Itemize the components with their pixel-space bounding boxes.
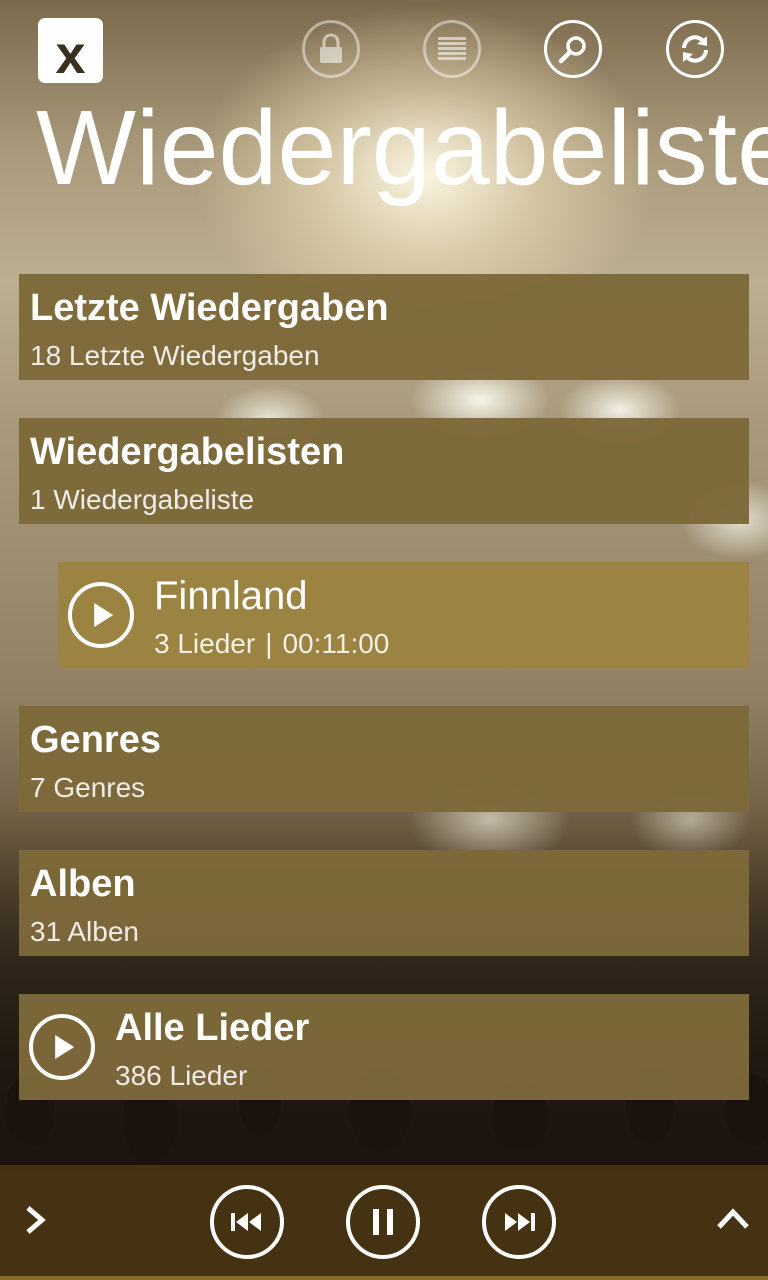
pause-button[interactable] bbox=[346, 1185, 420, 1259]
top-toolbar bbox=[300, 20, 732, 84]
tile-title: Genres bbox=[30, 719, 161, 761]
tile-title: Alle Lieder bbox=[115, 1007, 310, 1049]
tile-subtitle: 31 Alben bbox=[30, 916, 139, 947]
chevron-right-icon[interactable] bbox=[22, 1205, 50, 1239]
next-button[interactable] bbox=[482, 1185, 556, 1259]
refresh-button[interactable] bbox=[666, 20, 724, 78]
play-button[interactable] bbox=[29, 1014, 95, 1080]
playlist-info: 3 Lieder | 00:11:00 bbox=[154, 628, 389, 660]
tile-recent-plays[interactable]: Letzte Wiedergaben 18 Letzte Wiedergaben bbox=[19, 274, 749, 380]
tile-subtitle: 1 Wiedergabeliste bbox=[30, 484, 255, 515]
tile-title: Wiedergabelisten bbox=[30, 431, 345, 473]
lock-button[interactable] bbox=[302, 20, 360, 78]
separator: | bbox=[265, 628, 273, 659]
tile-subtitle: 7 Genres bbox=[30, 772, 146, 803]
tile-albums[interactable]: Alben 31 Alben bbox=[19, 850, 749, 956]
tile-genres[interactable]: Genres 7 Genres bbox=[19, 706, 749, 812]
playlist-duration: 00:11:00 bbox=[282, 628, 390, 659]
tile-playlists[interactable]: Wiedergabelisten 1 Wiedergabeliste bbox=[19, 418, 749, 524]
page-title: Wiedergabelisten bbox=[36, 89, 768, 207]
tile-title: Alben bbox=[30, 863, 136, 905]
playlist-name: Finnland bbox=[154, 574, 308, 618]
search-button[interactable] bbox=[544, 20, 602, 78]
app-logo[interactable]: x bbox=[38, 18, 103, 85]
tile-title: Letzte Wiedergaben bbox=[30, 287, 389, 329]
list-button[interactable] bbox=[423, 20, 481, 78]
song-count: 3 Lieder bbox=[154, 628, 256, 659]
chevron-up-icon[interactable] bbox=[716, 1205, 750, 1235]
tile-subtitle: 18 Letzte Wiedergaben bbox=[30, 340, 320, 371]
tile-all-songs[interactable]: Alle Lieder 386 Lieder bbox=[19, 994, 749, 1100]
tile-subtitle: 386 Lieder bbox=[115, 1060, 248, 1091]
player-bar bbox=[0, 1165, 768, 1280]
previous-button[interactable] bbox=[210, 1185, 284, 1259]
playlist-item-finnland[interactable]: Finnland 3 Lieder | 00:11:00 bbox=[58, 562, 749, 668]
play-button[interactable] bbox=[68, 582, 134, 648]
